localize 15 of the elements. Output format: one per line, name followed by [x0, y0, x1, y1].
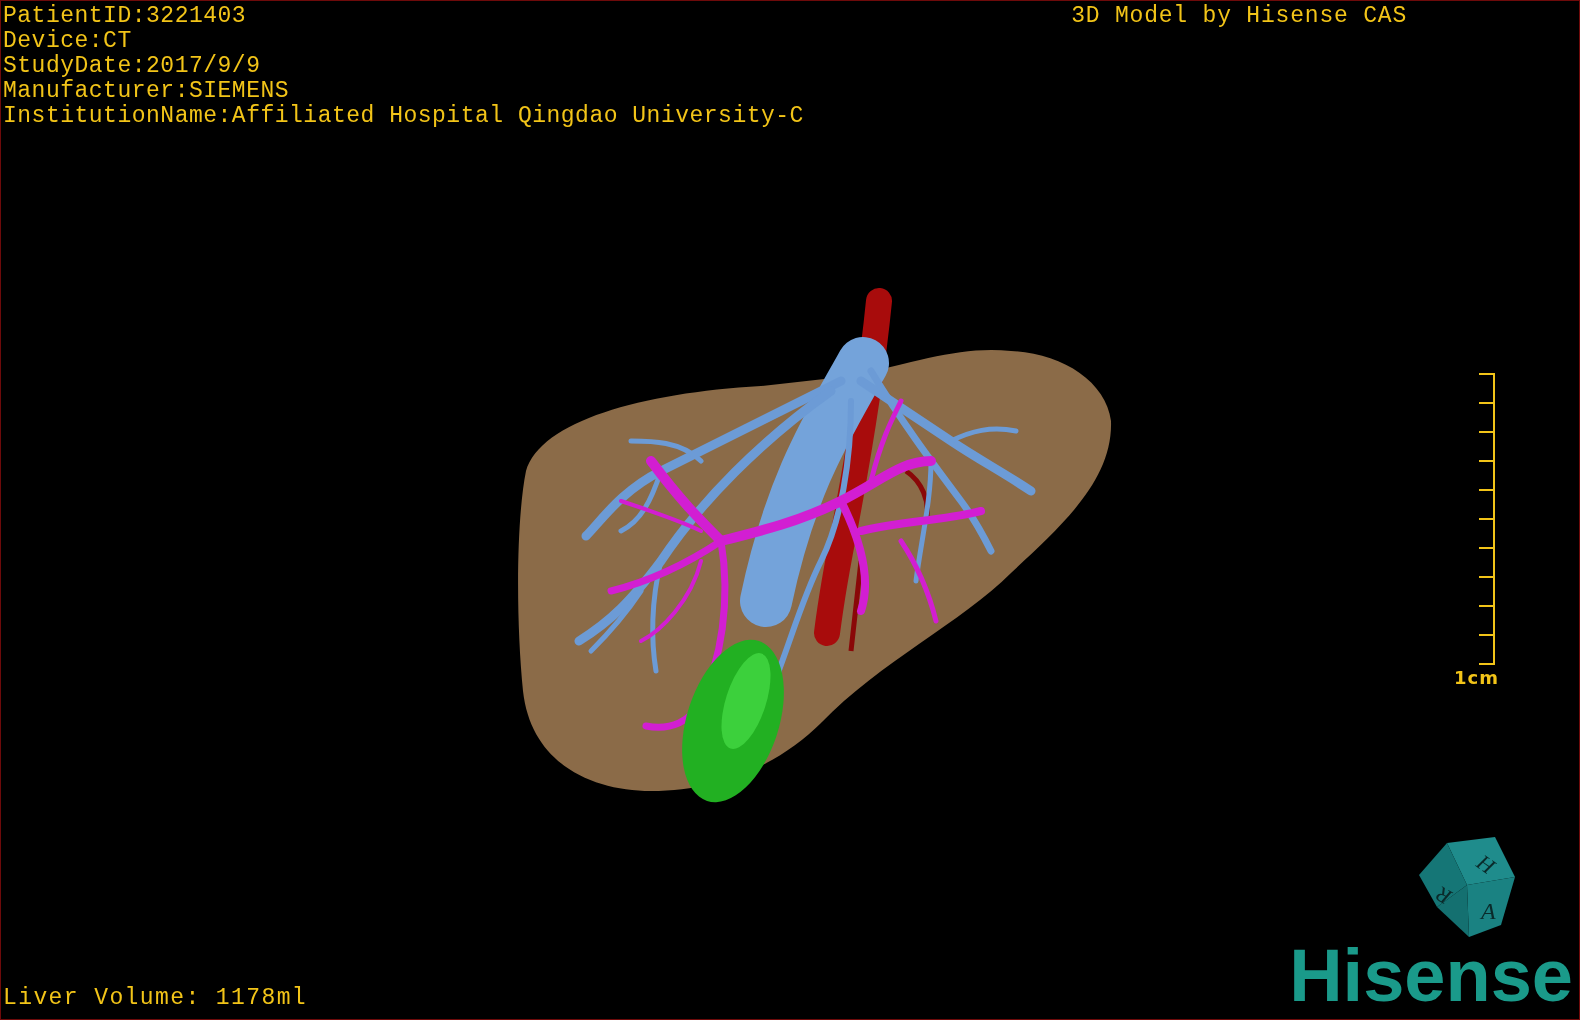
scale-ruler-icon [1479, 373, 1495, 665]
viewer-title: 3D Model by Hisense CAS [1071, 4, 1407, 29]
brand-logo: Hisense [1289, 939, 1573, 1013]
liver-model-drawing[interactable] [518, 288, 1111, 803]
cube-face-letter: R [1431, 881, 1456, 911]
liver-volume-text: Liver Volume: 1178ml [2, 986, 308, 1013]
patient-info-line: InstitutionName:Affiliated Hospital Qingdao University-C [3, 104, 804, 129]
patient-info-line: PatientID:3221403 [3, 4, 248, 29]
patient-info-line: StudyDate:2017/9/9 [3, 54, 262, 79]
patient-info-line: Device:CT [3, 29, 133, 54]
cube-face-letter: H [1472, 849, 1500, 879]
cube-face-letter: A [1481, 898, 1496, 924]
patient-info-line: Manufacturer:SIEMENS [3, 79, 291, 104]
scale-label: 1cm [1454, 667, 1499, 688]
orientation-cube-icon[interactable] [1419, 837, 1515, 937]
